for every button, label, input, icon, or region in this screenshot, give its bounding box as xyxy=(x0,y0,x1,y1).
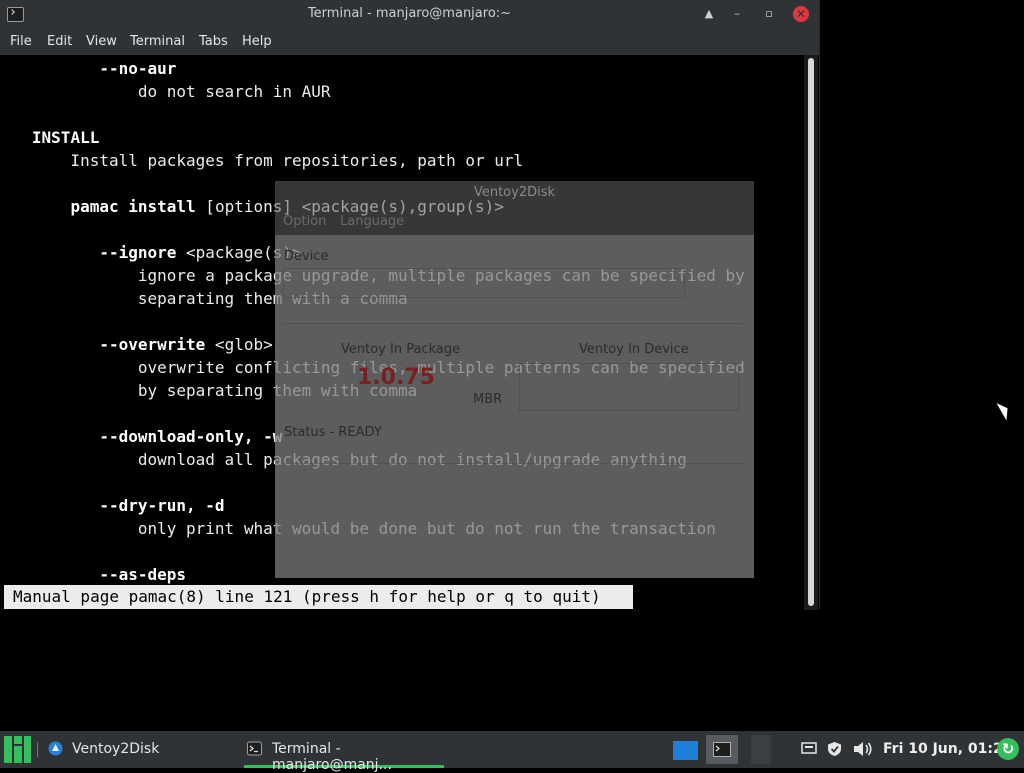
terminal-line: --no-aur xyxy=(99,59,177,78)
clock[interactable]: Fri 10 Jun, 01:24 xyxy=(883,741,1013,757)
ghost-device-select xyxy=(283,268,685,298)
mouse-pointer-icon xyxy=(996,399,1013,421)
window-title: Terminal - manjaro@manjaro:~ xyxy=(307,6,512,21)
volume-icon[interactable] xyxy=(852,741,874,761)
close-button[interactable]: ✕ xyxy=(793,6,809,22)
terminal-line: --ignore <package(s)> xyxy=(99,243,302,262)
terminal-icon xyxy=(713,742,731,757)
workspace-switcher[interactable] xyxy=(667,731,771,768)
ghost-menu-language: Language xyxy=(340,214,405,229)
ghost-status: Status - READY xyxy=(284,425,382,440)
terminal-line: --download-only, -w xyxy=(99,427,283,446)
ghost-menu-option: Option xyxy=(283,214,327,229)
scrollbar-thumb[interactable] xyxy=(808,58,814,606)
ghost-device-version-label: Ventoy In Device xyxy=(579,342,689,357)
terminal-line: INSTALL xyxy=(31,128,100,147)
update-notifier-icon[interactable]: ↻ xyxy=(997,738,1019,760)
terminal-icon xyxy=(247,741,262,756)
maximize-button[interactable]: ▫ xyxy=(761,6,777,22)
terminal-line: --dry-run, -d xyxy=(99,496,225,515)
taskbar-separator xyxy=(37,742,38,757)
menu-terminal[interactable]: Terminal xyxy=(130,34,185,49)
ghost-partition-style: MBR xyxy=(473,392,503,407)
taskbar: Ventoy2Disk Terminal - manjaro@manj... F… xyxy=(0,731,1024,773)
taskbar-item-label: Ventoy2Disk xyxy=(72,741,160,757)
ghost-separator xyxy=(283,323,743,324)
ghost-window-title: Ventoy2Disk xyxy=(473,185,556,200)
workspace-2[interactable] xyxy=(706,735,738,764)
ventoy2disk-window-ghost: Ventoy2Disk Option Language Device Vento… xyxy=(275,181,754,578)
terminal-line: do not search in AUR xyxy=(3,82,331,101)
ghost-package-label: Ventoy In Package xyxy=(341,342,461,357)
menu-file[interactable]: File xyxy=(10,34,32,49)
pager-status-bar: Manual page pamac(8) line 121 (press h f… xyxy=(4,585,633,609)
ghost-version-value: 1.0.75 xyxy=(357,365,435,390)
manjaro-menu-icon[interactable] xyxy=(4,736,31,763)
shield-icon[interactable] xyxy=(825,741,843,761)
ventoy-icon xyxy=(48,741,63,756)
taskbar-item-ventoy2disk[interactable]: Ventoy2Disk xyxy=(44,731,239,768)
taskbar-item-terminal[interactable]: Terminal - manjaro@manj... xyxy=(244,731,444,773)
workspace-3[interactable] xyxy=(751,735,771,764)
terminal-line: --as-deps xyxy=(99,565,187,584)
ghost-device-version-box xyxy=(519,363,739,411)
minimize-button[interactable]: – xyxy=(729,6,745,22)
terminal-scrollbar[interactable] xyxy=(804,55,818,610)
terminal-line: --overwrite <glob> xyxy=(99,335,273,354)
network-icon[interactable] xyxy=(800,741,818,759)
keep-above-button[interactable]: ▲ xyxy=(701,6,717,22)
menubar: File Edit View Terminal Tabs Help xyxy=(0,28,819,55)
window-titlebar[interactable]: Terminal - manjaro@manjaro:~ ▲ – ▫ ✕ xyxy=(0,0,819,28)
ghost-separator-2 xyxy=(283,463,743,464)
taskbar-item-label: Terminal - manjaro@manj... xyxy=(272,741,392,773)
menu-help[interactable]: Help xyxy=(242,34,272,49)
menu-view[interactable]: View xyxy=(86,34,117,49)
workspace-1[interactable] xyxy=(673,741,698,760)
menu-tabs[interactable]: Tabs xyxy=(199,34,228,49)
terminal-line: Install packages from repositories, path… xyxy=(3,151,524,170)
ghost-device-label: Device xyxy=(284,249,329,264)
ghost-window-body: Device Ventoy In Package Ventoy In Devic… xyxy=(275,235,754,578)
menu-edit[interactable]: Edit xyxy=(47,34,72,49)
